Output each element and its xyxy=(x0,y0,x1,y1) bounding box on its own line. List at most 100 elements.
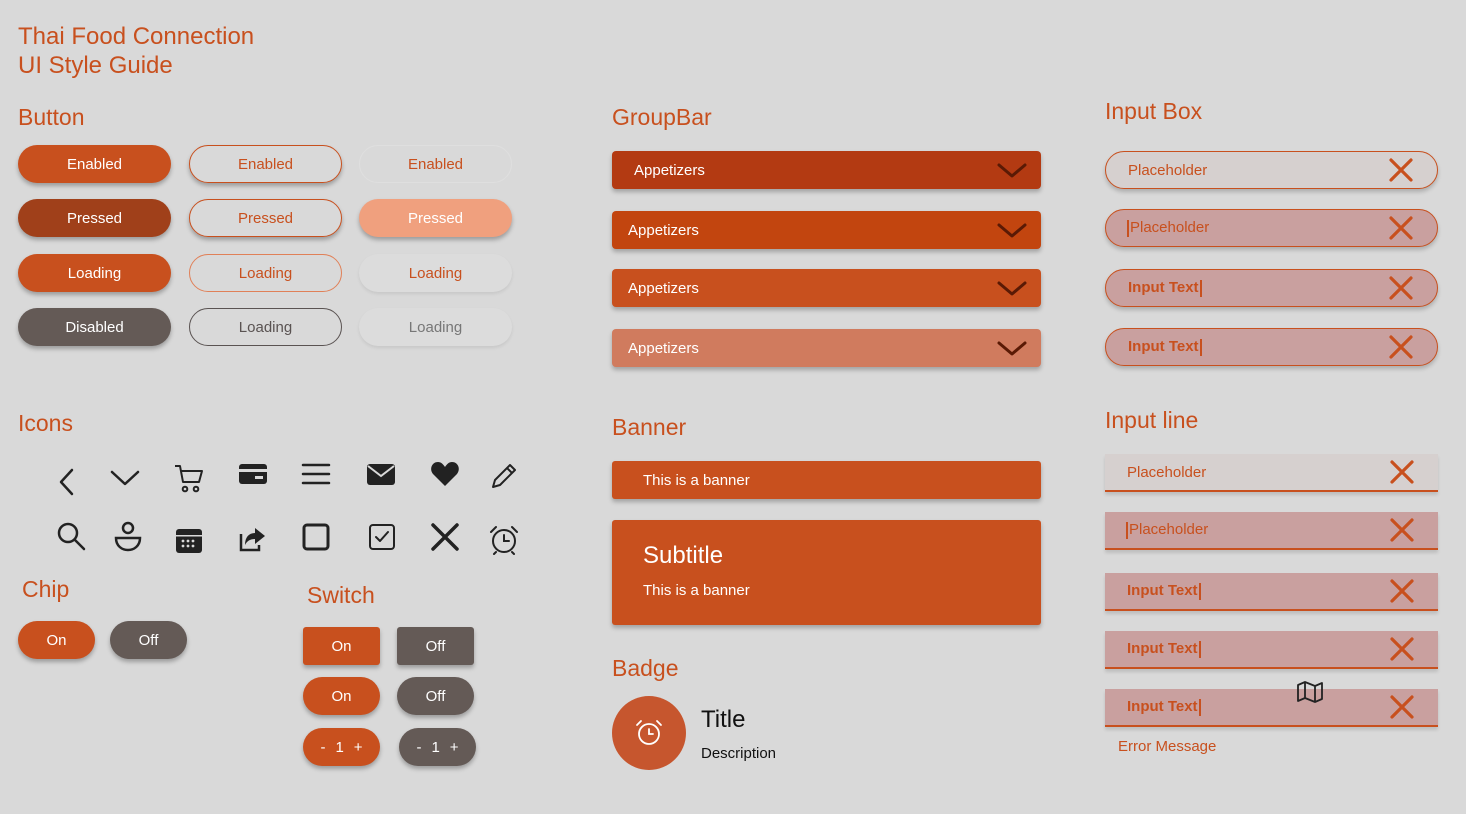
quantity-stepper-on[interactable]: - 1 + xyxy=(303,728,380,766)
clear-icon[interactable] xyxy=(1387,156,1415,184)
groupbar-appetizers-2[interactable]: Appetizers xyxy=(612,211,1041,249)
loading-button-filled[interactable]: Loading xyxy=(18,254,171,292)
section-heading-icons: Icons xyxy=(18,410,73,436)
input-box-focused[interactable]: Placeholder xyxy=(1105,209,1438,247)
text-caret xyxy=(1127,219,1129,237)
chip-off[interactable]: Off xyxy=(110,621,187,659)
chevron-left-icon[interactable] xyxy=(50,464,86,500)
section-heading-input-box: Input Box xyxy=(1105,98,1203,124)
section-heading-button: Button xyxy=(18,104,85,130)
clear-icon[interactable] xyxy=(1387,274,1415,302)
title-line-2: UI Style Guide xyxy=(18,52,173,79)
pressed-button-filled[interactable]: Pressed xyxy=(18,199,171,237)
input-value-wrap: Input Text xyxy=(1105,640,1388,658)
pressed-button-text[interactable]: Pressed xyxy=(359,199,512,237)
pressed-button-outline[interactable]: Pressed xyxy=(189,199,342,237)
input-box-filled[interactable]: Input Text xyxy=(1105,269,1438,307)
checkbox-empty-icon[interactable] xyxy=(298,519,334,555)
clear-icon[interactable] xyxy=(1387,333,1415,361)
input-value: Input Text xyxy=(1128,338,1199,356)
clear-icon[interactable] xyxy=(1388,577,1416,605)
chevron-down-icon xyxy=(997,163,1027,178)
groupbar-label: Appetizers xyxy=(628,279,699,297)
enabled-button-text[interactable]: Enabled xyxy=(359,145,512,183)
section-heading-chip: Chip xyxy=(22,576,70,602)
search-icon[interactable] xyxy=(53,518,89,554)
groupbar-appetizers-3[interactable]: Appetizers xyxy=(612,269,1041,307)
switch-round-off[interactable]: Off xyxy=(397,677,474,715)
clear-icon[interactable] xyxy=(1387,214,1415,242)
error-message: Error Message xyxy=(1118,738,1217,755)
stepper-minus[interactable]: - xyxy=(320,739,325,756)
input-box-placeholder[interactable]: Placeholder xyxy=(1105,151,1438,189)
text-caret xyxy=(1198,698,1201,716)
cart-icon[interactable] xyxy=(171,460,207,496)
badge-avatar xyxy=(612,696,686,770)
groupbar-label: Appetizers xyxy=(634,161,705,179)
user-icon[interactable] xyxy=(110,518,146,554)
clear-icon[interactable] xyxy=(1388,458,1416,486)
stepper-plus[interactable]: + xyxy=(450,739,459,756)
clear-icon[interactable] xyxy=(1388,693,1416,721)
mail-icon[interactable] xyxy=(363,456,399,492)
loading-button-text[interactable]: Loading xyxy=(359,254,512,292)
badge-title: Title xyxy=(701,706,746,733)
map-icon[interactable] xyxy=(1296,680,1324,704)
text-caret xyxy=(1199,338,1202,356)
alarm-icon xyxy=(636,720,662,745)
loading-button-outline[interactable]: Loading xyxy=(189,254,342,292)
disabled-button-filled[interactable]: Disabled xyxy=(18,308,171,346)
text-caret xyxy=(1126,521,1128,539)
input-value: Input Text xyxy=(1127,582,1198,600)
page-title: Thai Food Connection UI Style Guide xyxy=(18,22,254,80)
groupbar-appetizers-1[interactable]: Appetizers xyxy=(612,151,1041,189)
enabled-button-outline[interactable]: Enabled xyxy=(189,145,342,183)
enabled-button-filled[interactable]: Enabled xyxy=(18,145,171,183)
pencil-icon[interactable] xyxy=(486,458,522,494)
chevron-down-icon xyxy=(997,341,1027,356)
input-placeholder: Placeholder xyxy=(1129,521,1209,539)
switch-square-off[interactable]: Off xyxy=(397,627,474,665)
loading-button-outline-disabled[interactable]: Loading xyxy=(189,308,342,346)
stepper-minus[interactable]: - xyxy=(416,739,421,756)
section-heading-groupbar: GroupBar xyxy=(612,104,712,130)
input-placeholder: Placeholder xyxy=(1130,219,1210,237)
text-caret xyxy=(1198,640,1201,658)
banner-text: This is a banner xyxy=(643,471,750,489)
input-value-wrap: Input Text xyxy=(1106,279,1387,297)
input-focused-text: Placeholder xyxy=(1106,219,1387,237)
clear-icon[interactable] xyxy=(1388,635,1416,663)
switch-square-on[interactable]: On xyxy=(303,627,380,665)
quantity-stepper-off[interactable]: - 1 + xyxy=(399,728,476,766)
section-heading-switch: Switch xyxy=(307,582,375,608)
chip-on[interactable]: On xyxy=(18,621,95,659)
input-value-wrap: Input Text xyxy=(1106,338,1387,356)
input-line-filled-2[interactable]: Input Text xyxy=(1105,631,1438,669)
stepper-plus[interactable]: + xyxy=(354,739,363,756)
loading-button-text-disabled[interactable]: Loading xyxy=(359,308,512,346)
banner-large: Subtitle This is a banner xyxy=(612,520,1041,625)
share-icon[interactable] xyxy=(235,520,271,556)
input-line-error[interactable]: Input Text xyxy=(1105,689,1438,727)
input-line-focused[interactable]: Placeholder xyxy=(1105,512,1438,550)
calendar-icon[interactable] xyxy=(171,522,207,558)
section-heading-banner: Banner xyxy=(612,414,687,440)
input-box-filled-2[interactable]: Input Text xyxy=(1105,328,1438,366)
menu-icon[interactable] xyxy=(298,456,334,492)
input-line-placeholder[interactable]: Placeholder xyxy=(1105,454,1438,492)
close-icon[interactable] xyxy=(427,519,463,555)
input-value-wrap: Input Text xyxy=(1105,698,1388,716)
chevron-down-icon xyxy=(997,223,1027,238)
heart-icon[interactable] xyxy=(427,456,463,492)
input-focused-text: Placeholder xyxy=(1105,521,1388,539)
credit-card-icon[interactable] xyxy=(235,456,271,492)
clear-icon[interactable] xyxy=(1388,516,1416,544)
input-line-filled-1[interactable]: Input Text xyxy=(1105,573,1438,611)
chevron-down-icon[interactable] xyxy=(107,460,143,496)
section-heading-badge: Badge xyxy=(612,655,679,681)
checkbox-checked-icon[interactable] xyxy=(364,519,400,555)
switch-round-on[interactable]: On xyxy=(303,677,380,715)
text-caret xyxy=(1198,582,1201,600)
alarm-icon[interactable] xyxy=(486,522,522,558)
groupbar-appetizers-4[interactable]: Appetizers xyxy=(612,329,1041,367)
